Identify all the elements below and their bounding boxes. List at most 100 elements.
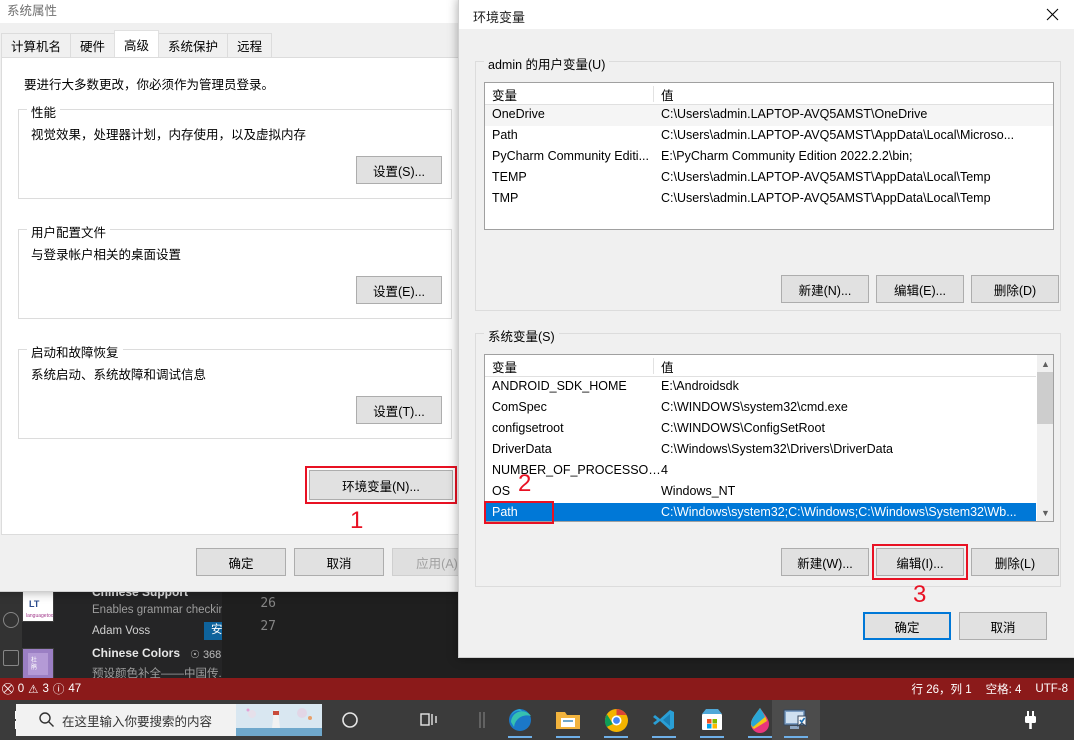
performance-settings-button[interactable]: 设置(S)... bbox=[356, 156, 442, 184]
system-properties-tabstrip[interactable]: 计算机名 硬件 高级 系统保护 远程 bbox=[1, 30, 273, 57]
user-variables-delete-button[interactable]: 删除(D) bbox=[971, 275, 1059, 303]
file-explorer-icon[interactable] bbox=[548, 700, 588, 740]
user-variables-new-button[interactable]: 新建(N)... bbox=[781, 275, 869, 303]
environment-variables-ok-button[interactable]: 确定 bbox=[863, 612, 951, 640]
system-properties-ok-button[interactable]: 确定 bbox=[196, 548, 286, 576]
environment-variables-titlebar[interactable]: 环境变量 bbox=[459, 0, 1074, 29]
activity-bar-icon[interactable] bbox=[3, 612, 19, 628]
task-view-icon[interactable] bbox=[410, 700, 450, 740]
user-profiles-group: 用户配置文件 与登录帐户相关的桌面设置 设置(E)... bbox=[18, 222, 452, 319]
vscode-icon[interactable] bbox=[644, 700, 684, 740]
user-variables-edit-button[interactable]: 编辑(E)... bbox=[876, 275, 964, 303]
system-properties-icon[interactable] bbox=[772, 700, 820, 740]
annotation-number-step-1: 1 bbox=[350, 507, 364, 534]
table-row[interactable]: TEMP C:\Users\admin.LAPTOP-AVQ5AMST\AppD… bbox=[485, 168, 1053, 189]
scroll-up-icon[interactable]: ▲ bbox=[1037, 355, 1053, 372]
performance-description: 视觉效果，处理器计划，内存使用，以及虚拟内存 bbox=[31, 128, 307, 142]
status-indentation[interactable]: 空格: 4 bbox=[986, 681, 1022, 697]
dialog-title: 环境变量 bbox=[473, 10, 526, 25]
svg-text:杜: 杜 bbox=[31, 656, 37, 664]
status-cursor-position[interactable]: 行 26，列 1 bbox=[912, 681, 972, 697]
variable-name: OS bbox=[492, 484, 511, 498]
system-variables-list-header[interactable]: 变量 值 bbox=[485, 355, 1036, 377]
annotation-number-step-2: 2 bbox=[518, 470, 532, 497]
taskbar-running-indicator bbox=[652, 736, 676, 738]
variable-value: C:\Users\admin.LAPTOP-AVQ5AMST\AppData\L… bbox=[661, 191, 991, 205]
user-profiles-group-label: 用户配置文件 bbox=[27, 222, 111, 241]
variable-name: OneDrive bbox=[492, 107, 545, 121]
table-row[interactable]: OS Windows_NT bbox=[485, 482, 1036, 503]
tab-computer-name[interactable]: 计算机名 bbox=[1, 33, 72, 57]
system-variables-scrollbar[interactable]: ▲ ▼ bbox=[1036, 355, 1053, 521]
system-properties-titlebar[interactable]: 系统属性 bbox=[0, 0, 473, 23]
environment-variables-cancel-button[interactable]: 取消 bbox=[959, 612, 1047, 640]
scroll-down-icon[interactable]: ▼ bbox=[1037, 504, 1053, 521]
editor-line-number: 27 bbox=[260, 619, 276, 634]
annotation-box-step-1 bbox=[305, 466, 457, 504]
user-variables-list-header[interactable]: 变量 值 bbox=[485, 83, 1053, 105]
startup-recovery-group-label: 启动和故障恢复 bbox=[27, 342, 123, 361]
taskbar-running-indicator bbox=[604, 736, 628, 738]
scrollbar-thumb[interactable] bbox=[1037, 372, 1053, 424]
startup-recovery-group: 启动和故障恢复 系统启动、系统故障和调试信息 设置(T)... bbox=[18, 342, 452, 439]
variable-value: 4 bbox=[661, 463, 668, 477]
column-header-value[interactable]: 值 bbox=[654, 83, 1044, 105]
chrome-icon[interactable] bbox=[596, 700, 636, 740]
variable-name: TEMP bbox=[492, 170, 527, 184]
table-row[interactable]: configsetroot C:\WINDOWS\ConfigSetRoot bbox=[485, 419, 1036, 440]
variable-value: C:\WINDOWS\ConfigSetRoot bbox=[661, 421, 825, 435]
system-variables-delete-button[interactable]: 删除(L) bbox=[971, 548, 1059, 576]
system-properties-cancel-button[interactable]: 取消 bbox=[294, 548, 384, 576]
taskbar-running-indicator bbox=[508, 736, 532, 738]
cortana-circle-icon[interactable] bbox=[330, 700, 370, 740]
taskbar-running-indicator bbox=[700, 736, 724, 738]
tab-remote[interactable]: 远程 bbox=[227, 33, 273, 57]
microsoft-store-icon[interactable] bbox=[692, 700, 732, 740]
startup-recovery-settings-button[interactable]: 设置(T)... bbox=[356, 396, 442, 424]
edge-icon[interactable] bbox=[500, 700, 540, 740]
status-problems[interactable]: ⛒ 0 ⚠ 3 ⓘ 47 bbox=[2, 681, 81, 697]
tab-system-protection[interactable]: 系统保护 bbox=[158, 33, 229, 57]
table-row[interactable]: DriverData C:\Windows\System32\Drivers\D… bbox=[485, 440, 1036, 461]
annotation-box-step-2 bbox=[484, 501, 554, 524]
system-variables-new-button[interactable]: 新建(W)... bbox=[781, 548, 869, 576]
system-properties-dialog[interactable]: 系统属性 计算机名 硬件 高级 系统保护 远程 要进行大多数更改，你必须作为管理… bbox=[0, 0, 482, 592]
advanced-tab-panel: 要进行大多数更改，你必须作为管理员登录。 性能 视觉效果，处理器计划，内存使用，… bbox=[1, 57, 467, 535]
taskbar-running-indicator bbox=[556, 736, 580, 738]
column-header-variable[interactable]: 变量 bbox=[485, 355, 661, 377]
system-variables-list[interactable]: 变量 值 ANDROID_SDK_HOME E:\Androidsdk ComS… bbox=[484, 354, 1054, 522]
annotation-box-step-3 bbox=[872, 544, 968, 580]
table-row[interactable]: ComSpec C:\WINDOWS\system32\cmd.exe bbox=[485, 398, 1036, 419]
vscode-status-bar[interactable]: ⛒ 0 ⚠ 3 ⓘ 47 行 26，列 1 空格: 4 UTF-8 bbox=[0, 678, 1074, 700]
status-bar-right: 行 26，列 1 空格: 4 UTF-8 bbox=[912, 678, 1068, 700]
taskbar-running-indicator bbox=[748, 736, 772, 738]
startup-recovery-description: 系统启动、系统故障和调试信息 bbox=[31, 368, 207, 382]
user-variables-list[interactable]: 变量 值 OneDrive C:\Users\admin.LAPTOP-AVQ5… bbox=[484, 82, 1054, 230]
table-row[interactable]: ANDROID_SDK_HOME E:\Androidsdk bbox=[485, 377, 1036, 398]
performance-group: 性能 视觉效果，处理器计划，内存使用，以及虚拟内存 设置(S)... bbox=[18, 102, 452, 199]
table-row-selected[interactable]: Path C:\Windows\system32;C:\Windows;C:\W… bbox=[485, 503, 1036, 521]
tab-advanced[interactable]: 高级 bbox=[114, 30, 160, 57]
taskbar-running-indicator bbox=[784, 736, 808, 738]
table-row[interactable]: NUMBER_OF_PROCESSORS 4 bbox=[485, 461, 1036, 482]
variable-name: TMP bbox=[492, 191, 519, 205]
table-row[interactable]: OneDrive C:\Users\admin.LAPTOP-AVQ5AMST\… bbox=[485, 105, 1053, 126]
table-row[interactable]: Path C:\Users\admin.LAPTOP-AVQ5AMST\AppD… bbox=[485, 126, 1053, 147]
status-encoding[interactable]: UTF-8 bbox=[1035, 683, 1068, 695]
table-row[interactable]: PyCharm Community Editi... E:\PyCharm Co… bbox=[485, 147, 1053, 168]
close-icon[interactable] bbox=[1029, 0, 1074, 29]
activity-bar-icon-settings[interactable] bbox=[3, 650, 19, 666]
tab-hardware[interactable]: 硬件 bbox=[70, 33, 116, 57]
taskbar-search-box[interactable]: 在这里输入你要搜索的内容 bbox=[16, 704, 322, 736]
user-profiles-description: 与登录帐户相关的桌面设置 bbox=[31, 248, 182, 262]
windows-taskbar[interactable]: 在这里输入你要搜索的内容 bbox=[0, 700, 1074, 740]
column-header-value[interactable]: 值 bbox=[654, 355, 1024, 377]
info-count: 47 bbox=[68, 683, 82, 695]
system-variables-group-label: 系统变量(S) bbox=[484, 326, 559, 345]
user-profiles-settings-button[interactable]: 设置(E)... bbox=[356, 276, 442, 304]
power-plug-icon[interactable] bbox=[1018, 700, 1042, 740]
table-row[interactable]: TMP C:\Users\admin.LAPTOP-AVQ5AMST\AppDa… bbox=[485, 189, 1053, 210]
column-header-variable[interactable]: 变量 bbox=[485, 83, 661, 105]
warning-count: 3 bbox=[42, 683, 49, 695]
environment-variables-dialog[interactable]: 环境变量 admin 的用户变量(U) 变量 值 OneDrive C:\Use… bbox=[458, 0, 1074, 658]
